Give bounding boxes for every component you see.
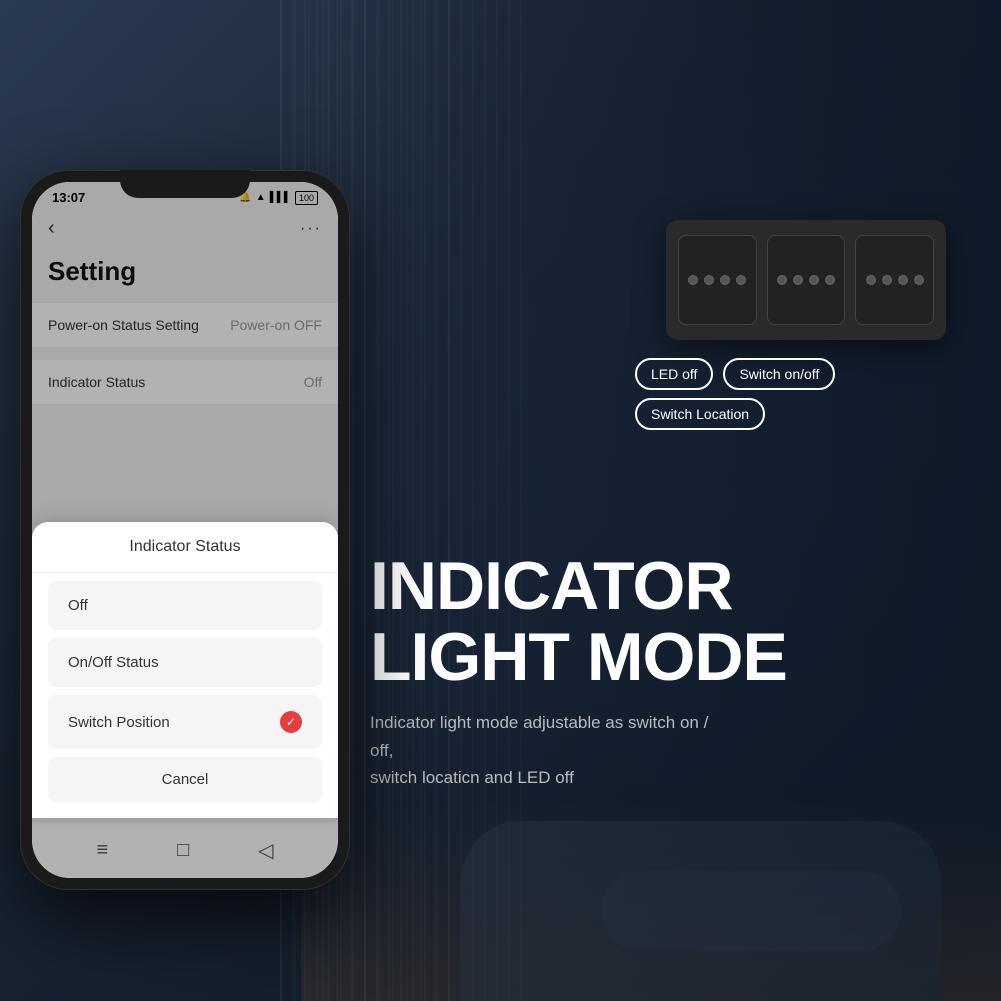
headline-container: INDICATOR LIGHT MODE Indicator light mod…	[370, 551, 990, 791]
modal-option-off-label: Off	[68, 597, 88, 614]
switch-dot	[809, 275, 819, 285]
tag-row-1: LED off Switch on/off	[635, 358, 835, 390]
modal-option-onoff[interactable]: On/Off Status	[48, 638, 322, 687]
modal-option-off[interactable]: Off	[48, 581, 322, 630]
modal-option-switch-position-label: Switch Position	[68, 714, 170, 731]
phone-frame: 13:07 🔔 ▲ ▌▌▌ 100 ‹ ··· Setting Power-on…	[20, 170, 350, 890]
headline-line1: INDICATOR	[370, 551, 990, 622]
switch-group-1	[678, 235, 757, 325]
switch-plate	[666, 220, 946, 340]
switch-dot	[914, 275, 924, 285]
modal-overlay: Indicator Status Off On/Off Status Switc…	[32, 182, 338, 878]
tag-switch-onoff: Switch on/off	[723, 358, 835, 390]
switch-group-3	[855, 235, 934, 325]
phone-notch	[120, 170, 250, 198]
modal-title: Indicator Status	[32, 522, 338, 573]
tag-switch-location: Switch Location	[635, 398, 765, 430]
switch-dot	[825, 275, 835, 285]
switch-dot	[720, 275, 730, 285]
cancel-label: Cancel	[162, 771, 209, 788]
switch-dot	[882, 275, 892, 285]
modal-option-switch-position[interactable]: Switch Position ✓	[48, 695, 322, 749]
switch-dot	[688, 275, 698, 285]
phone: 13:07 🔔 ▲ ▌▌▌ 100 ‹ ··· Setting Power-on…	[20, 170, 370, 930]
switch-dot	[704, 275, 714, 285]
modal-option-onoff-label: On/Off Status	[68, 654, 159, 671]
headline-line2: LIGHT MODE	[370, 622, 990, 693]
switch-group-2	[767, 235, 846, 325]
tag-labels: LED off Switch on/off Switch Location	[635, 358, 835, 430]
pillow	[601, 871, 901, 951]
switch-dot	[793, 275, 803, 285]
tag-led-off: LED off	[635, 358, 713, 390]
switch-dot	[898, 275, 908, 285]
switch-dot	[777, 275, 787, 285]
cancel-button[interactable]: Cancel	[48, 757, 322, 802]
headline-subtitle: Indicator light mode adjustable as switc…	[370, 709, 710, 791]
switch-dot	[736, 275, 746, 285]
phone-screen: 13:07 🔔 ▲ ▌▌▌ 100 ‹ ··· Setting Power-on…	[32, 182, 338, 878]
switch-device-container	[666, 220, 946, 340]
modal-sheet: Indicator Status Off On/Off Status Switc…	[32, 522, 338, 818]
switch-dot	[866, 275, 876, 285]
check-icon: ✓	[280, 711, 302, 733]
tag-row-2: Switch Location	[635, 398, 835, 430]
